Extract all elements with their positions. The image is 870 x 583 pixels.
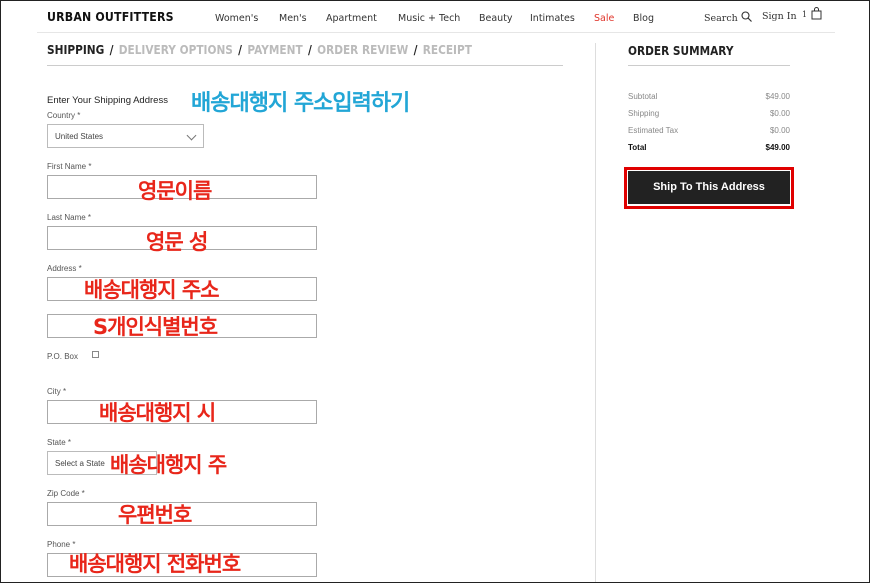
nav-men[interactable]: Men's (279, 13, 307, 24)
nav-beauty[interactable]: Beauty (479, 13, 513, 24)
nav-blog[interactable]: Blog (633, 13, 654, 24)
nav-music-tech[interactable]: Music + Tech (398, 13, 460, 24)
logo[interactable]: URBAN OUTFITTERS (47, 9, 174, 24)
annotation-last-name: 영문 성 (146, 230, 208, 254)
annotation-city: 배송대행지 시 (99, 401, 216, 425)
annotation-zip: 우편번호 (118, 503, 192, 527)
country-value: United States (55, 132, 104, 141)
search-icon (741, 11, 752, 22)
summary-row-total: Total $49.00 (628, 143, 790, 152)
annotation-address: 배송대행지 주소 (84, 278, 220, 302)
order-summary-title: ORDER SUMMARY (628, 44, 734, 58)
po-box-checkbox[interactable] (92, 351, 99, 358)
nav-women[interactable]: Women's (215, 13, 258, 24)
state-label: State * (47, 438, 72, 447)
city-label: City * (47, 387, 67, 396)
step-shipping: SHIPPING (47, 43, 105, 57)
po-box-label: P.O. Box (47, 352, 78, 361)
annotation-title: 배송대행지 주소입력하기 (191, 91, 410, 116)
state-value: Select a State (55, 459, 105, 468)
checkout-steps: SHIPPING / DELIVERY OPTIONS / PAYMENT / ORDER … (47, 43, 472, 57)
summary-divider (628, 65, 790, 66)
step-receipt: RECEIPT (422, 43, 472, 57)
total-label: Total (628, 143, 647, 152)
search-label: Search (704, 13, 738, 24)
chevron-down-icon (186, 130, 197, 141)
form-title: Enter Your Shipping Address (47, 95, 168, 106)
step-payment: PAYMENT (247, 43, 303, 57)
annotation-address2: S개인식별번호 (93, 315, 218, 339)
subtotal-value: $49.00 (765, 92, 790, 101)
subtotal-label: Subtotal (628, 92, 658, 101)
zip-label: Zip Code * (47, 489, 85, 498)
annotation-first-name: 영문이름 (138, 179, 212, 203)
summary-row-tax: Estimated Tax $0.00 (628, 126, 790, 135)
shipping-value: $0.00 (769, 109, 790, 118)
ship-to-address-button[interactable]: Ship To This Address (628, 171, 790, 204)
first-name-label: First Name * (47, 162, 92, 171)
country-label: Country * (47, 111, 81, 120)
page: URBAN OUTFITTERS Women's Men's Apartment… (0, 0, 870, 583)
bag-icon[interactable] (811, 7, 822, 20)
nav-sale[interactable]: Sale (594, 13, 614, 24)
column-divider (595, 43, 596, 582)
last-name-label: Last Name * (47, 213, 92, 222)
annotation-state: 배송대행지 주 (110, 453, 227, 477)
address-label: Address * (47, 264, 82, 273)
nav-apartment[interactable]: Apartment (326, 13, 377, 24)
cart-count: 1 (802, 10, 808, 19)
sign-in-link[interactable]: Sign In (762, 11, 797, 22)
tax-value: $0.00 (769, 126, 790, 135)
tax-label: Estimated Tax (628, 126, 679, 135)
nav-intimates[interactable]: Intimates (530, 13, 575, 24)
summary-row-shipping: Shipping $0.00 (628, 109, 790, 118)
header-divider (37, 32, 835, 33)
search-link[interactable]: Search (704, 11, 752, 24)
step-delivery-options: DELIVERY OPTIONS (118, 43, 233, 57)
steps-divider (47, 65, 563, 66)
annotation-phone: 배송대행지 전화번호 (69, 552, 241, 576)
country-select[interactable]: United States (47, 124, 204, 148)
step-order-review: ORDER REVIEW (317, 43, 409, 57)
total-value: $49.00 (765, 143, 790, 152)
shipping-label: Shipping (628, 109, 660, 118)
summary-row-subtotal: Subtotal $49.00 (628, 92, 790, 101)
